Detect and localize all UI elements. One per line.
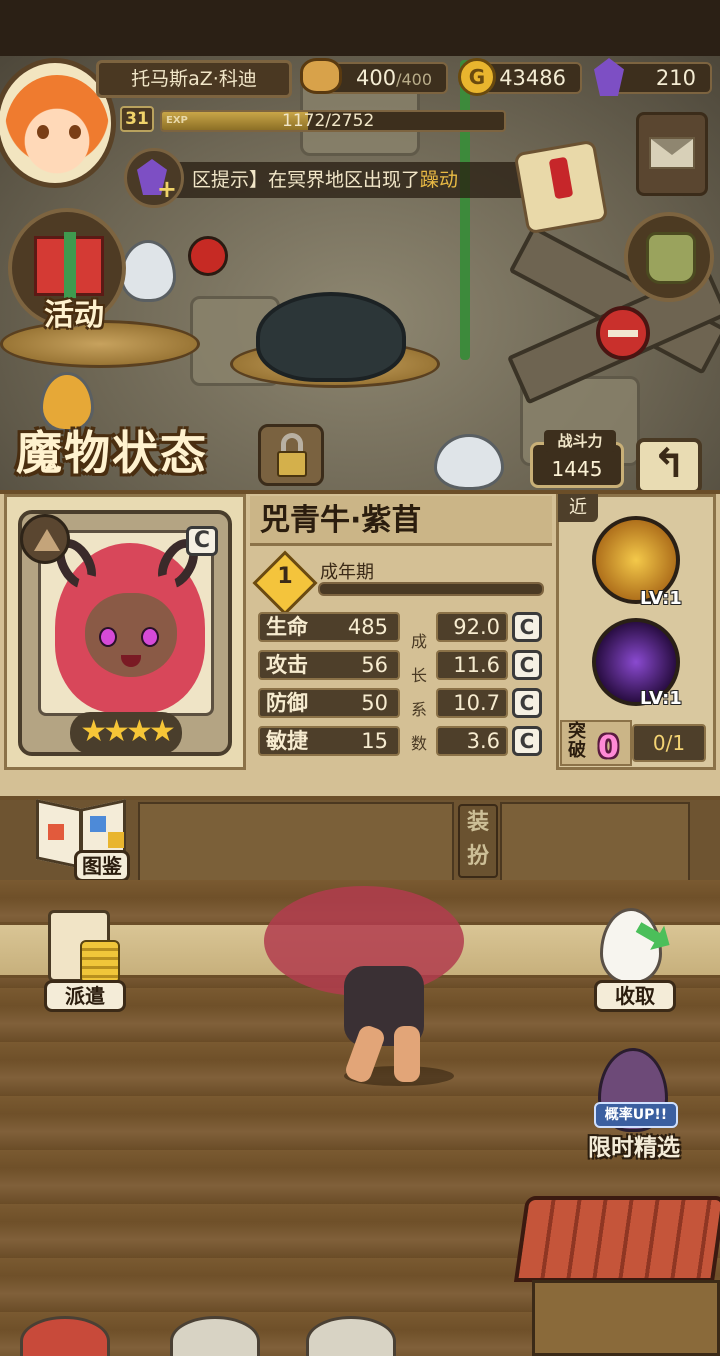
stat-value: 485 [347, 615, 388, 639]
growth-value: 11.6 [436, 650, 508, 680]
skill-level: LV:1 [640, 688, 682, 709]
activity-button[interactable]: 活动 [8, 208, 126, 333]
growth-grade: C [512, 726, 542, 756]
range-tag: 近 [558, 494, 598, 522]
stat-row-hp: 生命 485 [258, 612, 400, 642]
player-level: 31 [120, 106, 154, 132]
combat-power-label: 战斗力 [544, 430, 616, 452]
quest-scroll-button[interactable] [512, 138, 612, 244]
growth-char: 数 [410, 734, 427, 753]
stat-row-defense: 防御 50 [258, 688, 400, 718]
gift-ribbon [64, 232, 76, 298]
growth-grade: C [512, 688, 542, 718]
stat-row-attack: 攻击 56 [258, 650, 400, 680]
envelope-icon [649, 137, 695, 169]
bread-icon [300, 58, 342, 94]
stat-value: 50 [361, 691, 388, 715]
tab-slot [138, 802, 454, 882]
player-name: 托马斯aZ·科迪 [96, 60, 292, 98]
monster-name-bar: 兕青牛·紫苜 [250, 496, 552, 546]
stat-label: 攻击 [266, 653, 308, 677]
growth-stage-name: 成年期 [320, 562, 374, 583]
stat-value: 56 [361, 653, 388, 677]
breakthrough-count: 0/1 [632, 724, 706, 762]
growth-grade: C [512, 612, 542, 642]
dress-up-button[interactable]: 装扮 [458, 804, 498, 878]
breakthrough-value: 0 [598, 730, 619, 765]
book-swatch [90, 816, 106, 832]
stamina-max: /400 [396, 70, 432, 89]
growth-value: 10.7 [436, 688, 508, 718]
backpack-icon [646, 232, 696, 284]
star-rating: ★★★★ [70, 712, 182, 754]
avatar-eye [37, 125, 49, 139]
collect-label: 收取 [594, 980, 676, 1012]
gold-coin-icon: G [458, 58, 496, 96]
limited-selection-label: 限时精选 [588, 1135, 680, 1161]
element-mountain-icon [20, 514, 70, 564]
coin-stack-icon [80, 940, 120, 984]
activity-label: 活动 [44, 298, 104, 333]
avatar-face [5, 75, 109, 183]
exp-tag: EXP [166, 115, 188, 126]
barn-roof [513, 1196, 720, 1282]
no-entry-icon [596, 306, 650, 360]
stat-label: 防御 [266, 691, 308, 715]
sprite-leg [394, 1026, 420, 1082]
monster-sprite[interactable] [224, 876, 534, 1096]
portrait-inner [38, 530, 214, 716]
skill-level: LV:1 [640, 588, 682, 609]
limited-selection-button[interactable]: 概率UP!! 限时精选 [566, 1040, 702, 1168]
barn-wall [532, 1280, 720, 1356]
stat-label: 敏捷 [266, 729, 308, 753]
encyclopedia-label: 图鉴 [74, 850, 130, 882]
scrolling-notice: 区提示】在冥界地区出现了躁动 [176, 162, 526, 198]
stamina-current: 400 [355, 66, 397, 90]
tab-slot [500, 802, 690, 882]
growth-grade: C [512, 650, 542, 680]
back-button[interactable]: ↰ [636, 438, 702, 494]
stat-label: 生命 [266, 615, 308, 639]
breakthrough-label: 突破 [568, 721, 586, 761]
portrait-eye [141, 627, 159, 647]
notice-text: 区提示】在冥界地区出现了 [192, 169, 421, 191]
book-swatch [108, 832, 124, 848]
top-dark-band [0, 0, 720, 56]
broken-egg-decoration [256, 292, 406, 382]
avatar-eye [69, 125, 81, 139]
dispatch-label: 派遣 [44, 980, 126, 1012]
notice-highlight: 躁动 [420, 169, 459, 191]
mail-button[interactable] [636, 112, 708, 196]
portrait-eye [99, 627, 117, 647]
monster-name: 兕青牛·紫苜 [260, 503, 422, 538]
growth-value: 92.0 [436, 612, 508, 642]
exp-bar: EXP 1172/2752 [160, 110, 506, 132]
game-screen: 托马斯aZ·科迪 31 EXP 1172/2752 400/400 43486 … [0, 0, 720, 1356]
growth-char: 系 [410, 700, 427, 719]
lock-body [277, 451, 307, 477]
growth-char: 成 [410, 632, 427, 651]
growth-char: 长 [410, 666, 427, 685]
book-swatch [48, 824, 64, 840]
exp-text: 1172/2752 [282, 111, 375, 131]
plus-icon: + [156, 175, 177, 203]
monster-status-title: 魔物状态 [16, 426, 208, 480]
bag-button[interactable] [624, 212, 714, 302]
rate-up-tag: 概率UP!! [594, 1102, 678, 1128]
stat-value: 15 [361, 729, 388, 753]
barn-building[interactable] [513, 1196, 720, 1356]
ladybug-icon [188, 236, 228, 276]
green-vine [460, 60, 470, 360]
growth-stage-bar [318, 582, 544, 596]
rank-grade: C [186, 526, 218, 556]
buy-gems-button[interactable]: + [124, 148, 184, 208]
growth-value: 3.6 [436, 726, 508, 756]
growth-stage-number: 1 [277, 564, 293, 589]
stat-row-agility: 敏捷 15 [258, 726, 400, 756]
combat-power-value: 1445 [551, 457, 603, 481]
lock-button[interactable] [258, 424, 324, 486]
